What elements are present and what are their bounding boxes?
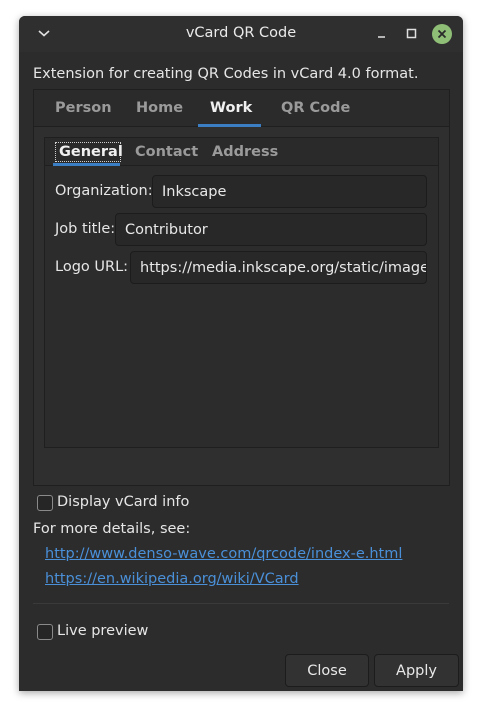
main-notebook: Person Home Work QR Code General Contact… bbox=[33, 89, 450, 486]
window-title: vCard QR Code bbox=[185, 25, 297, 41]
minimize-icon[interactable] bbox=[374, 26, 390, 42]
tab-home[interactable]: Home bbox=[136, 100, 183, 116]
subtab-contact[interactable]: Contact bbox=[135, 144, 198, 160]
separator bbox=[33, 603, 449, 604]
denso-wave-link[interactable]: http://www.denso-wave.com/qrcode/index-e… bbox=[45, 546, 402, 562]
extension-description: Extension for creating QR Codes in vCard… bbox=[33, 66, 419, 82]
close-window-icon[interactable] bbox=[432, 24, 452, 44]
display-vcard-checkbox[interactable] bbox=[37, 495, 53, 511]
live-preview-checkbox[interactable] bbox=[37, 624, 53, 640]
active-tab-indicator bbox=[198, 124, 261, 127]
organization-label: Organization: bbox=[55, 183, 153, 199]
logo-url-label: Logo URL: bbox=[55, 259, 129, 275]
organization-field[interactable]: Inkscape bbox=[152, 175, 427, 208]
subtab-address[interactable]: Address bbox=[212, 144, 278, 160]
display-vcard-label: Display vCard info bbox=[57, 494, 190, 510]
work-subnotebook: General Contact Address Organization: In… bbox=[44, 137, 439, 448]
job-title-field[interactable]: Contributor bbox=[115, 213, 427, 246]
subtab-general[interactable]: General bbox=[59, 144, 123, 160]
details-text: For more details, see: bbox=[33, 521, 191, 537]
logo-url-field[interactable]: https://media.inkscape.org/static/images… bbox=[130, 251, 427, 284]
sub-tab-bar: General Contact Address bbox=[45, 138, 438, 166]
maximize-icon[interactable] bbox=[404, 26, 420, 42]
main-tab-bar: Person Home Work QR Code bbox=[34, 90, 449, 127]
live-preview-label: Live preview bbox=[57, 623, 149, 639]
title-bar: vCard QR Code bbox=[19, 16, 463, 52]
wikipedia-link[interactable]: https://en.wikipedia.org/wiki/VCard bbox=[45, 571, 299, 587]
apply-button[interactable]: Apply bbox=[374, 654, 459, 687]
dialog-window: vCard QR Code Extension for creating QR … bbox=[19, 16, 463, 691]
active-subtab-indicator bbox=[53, 163, 120, 166]
tab-work[interactable]: Work bbox=[210, 100, 252, 116]
job-title-label: Job title: bbox=[55, 221, 116, 237]
close-button[interactable]: Close bbox=[285, 654, 369, 687]
tab-qr-code[interactable]: QR Code bbox=[281, 100, 350, 116]
tab-person[interactable]: Person bbox=[55, 100, 112, 116]
